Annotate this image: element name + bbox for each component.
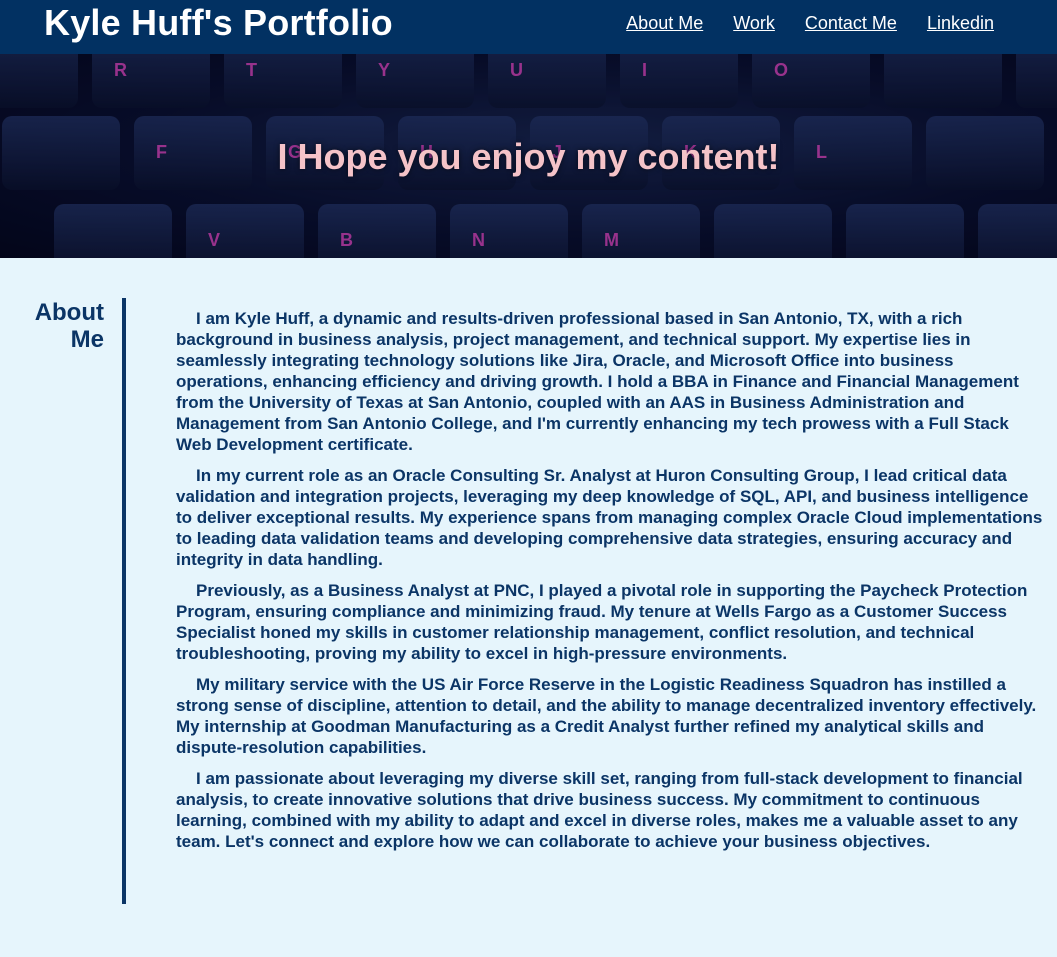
nav-link-about-me[interactable]: About Me <box>626 13 703 34</box>
site-title: Kyle Huff's Portfolio <box>44 1 393 43</box>
about-paragraph: My military service with the US Air Forc… <box>176 675 1037 757</box>
nav-link-work[interactable]: Work <box>733 13 775 34</box>
main-nav: About Me Work Contact Me Linkedin <box>626 13 994 34</box>
nav-link-contact-me[interactable]: Contact Me <box>805 13 897 34</box>
about-heading: About Me <box>34 299 104 353</box>
section-divider <box>122 298 126 904</box>
about-section: About Me I am Kyle Huff, a dynamic and r… <box>0 258 1057 957</box>
hero-banner: RTYUIOFGHJKLVBNM I Hope you enjoy my con… <box>0 54 1057 258</box>
about-body: I am Kyle Huff, a dynamic and results-dr… <box>176 308 1044 862</box>
about-paragraph: I am Kyle Huff, a dynamic and results-dr… <box>176 309 1019 454</box>
hero-headline: I Hope you enjoy my content! <box>277 136 780 177</box>
site-header: Kyle Huff's Portfolio About Me Work Cont… <box>0 0 1057 54</box>
about-paragraph: Previously, as a Business Analyst at PNC… <box>176 581 1028 663</box>
about-paragraph: I am passionate about leveraging my dive… <box>176 769 1023 851</box>
about-paragraph: In my current role as an Oracle Consulti… <box>176 466 1043 569</box>
nav-link-linkedin[interactable]: Linkedin <box>927 13 994 34</box>
